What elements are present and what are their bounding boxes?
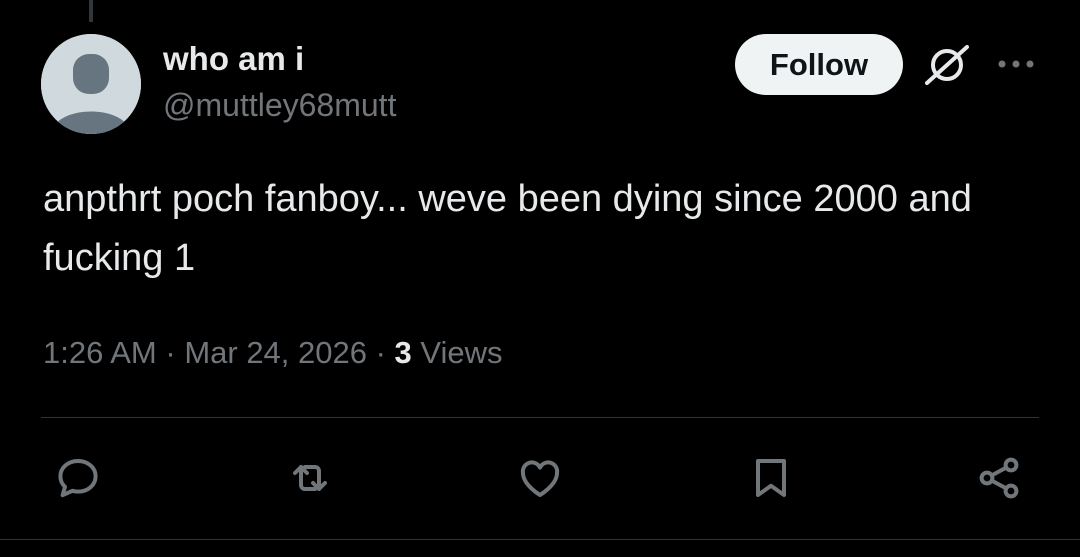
- retweet-button[interactable]: [283, 451, 337, 505]
- tweet-date[interactable]: Mar 24, 2026: [184, 335, 367, 370]
- share-icon: [979, 457, 1019, 499]
- grok-icon[interactable]: [922, 42, 972, 88]
- views-label: Views: [411, 335, 503, 370]
- author-handle[interactable]: @muttley68mutt: [163, 84, 396, 126]
- bookmark-button[interactable]: [744, 451, 798, 505]
- bottom-divider: [0, 539, 1080, 540]
- thread-connector-line: [89, 0, 93, 22]
- more-dots-icon: [998, 60, 1034, 68]
- divider: [41, 417, 1039, 418]
- author-display-name[interactable]: who am i: [163, 38, 396, 80]
- retweet-icon: [293, 465, 327, 491]
- tweet-metadata: 1:26 AM · Mar 24, 2026 · 3 Views: [43, 333, 503, 373]
- heart-icon: [520, 460, 560, 497]
- follow-button[interactable]: Follow: [735, 34, 903, 95]
- author-info: who am i @muttley68mutt: [163, 38, 396, 126]
- tweet-text: anpthrt poch fanboy... weve been dying s…: [43, 178, 983, 279]
- more-icon[interactable]: [996, 50, 1036, 78]
- meta-separator: ·: [156, 335, 185, 370]
- grok-glyph-icon: [925, 45, 969, 85]
- views-count[interactable]: 3: [395, 335, 412, 370]
- bookmark-icon: [756, 459, 786, 497]
- tweet-time[interactable]: 1:26 AM: [43, 335, 157, 370]
- meta-separator: ·: [366, 335, 395, 370]
- avatar[interactable]: [41, 34, 141, 134]
- share-button[interactable]: [972, 451, 1026, 505]
- reply-icon: [58, 459, 98, 498]
- default-avatar-icon: [41, 34, 141, 134]
- like-button[interactable]: [513, 451, 567, 505]
- reply-button[interactable]: [51, 451, 105, 505]
